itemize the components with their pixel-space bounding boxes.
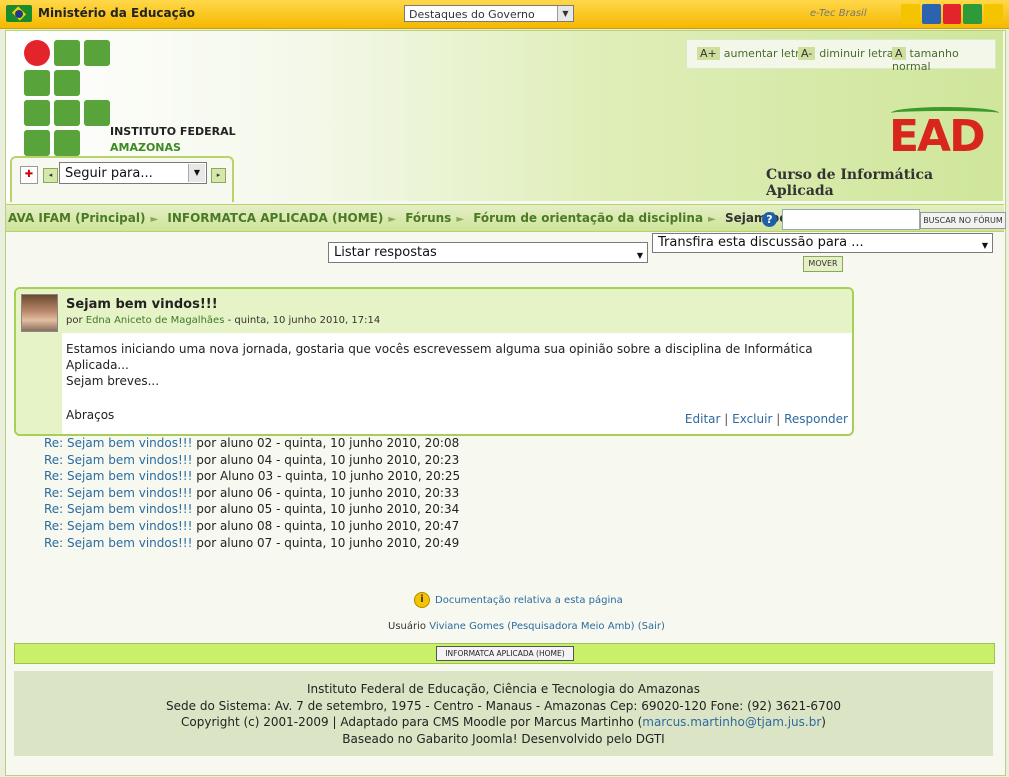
government-bar: Ministério da Educação Destaques do Gove…: [0, 0, 1009, 29]
post-title: Sejam bem vindos!!!: [66, 297, 218, 312]
breadcrumb-separator: ►: [456, 214, 465, 225]
breadcrumb-separator: ►: [708, 214, 716, 225]
brasil-logo-block: [984, 4, 1003, 24]
forum-search-button[interactable]: BUSCAR NO FÓRUM: [920, 212, 1006, 229]
course-home-button[interactable]: INFORMATCA APLICADA (HOME): [436, 646, 574, 661]
reply-link[interactable]: Re: Sejam bem vindos!!!: [44, 453, 192, 467]
list-item: Re: Sejam bem vindos!!! por aluno 05 - q…: [44, 502, 460, 517]
documentation-link[interactable]: i Documentação relativa a esta página: [414, 592, 623, 608]
breadcrumb-separator: ►: [150, 214, 159, 225]
move-button[interactable]: MOVER: [803, 256, 843, 272]
edit-link[interactable]: Editar: [685, 412, 721, 426]
ministry-link[interactable]: Ministério da Educação: [38, 6, 195, 20]
site-footer: Instituto Federal de Educação, Ciência e…: [14, 671, 993, 756]
email-link[interactable]: marcus.martinho@tjam.jus.br: [642, 715, 821, 729]
ead-logo: EAD: [889, 111, 986, 162]
chevron-down-icon[interactable]: ▼: [188, 164, 205, 182]
normal-font-button[interactable]: Atamanho normal: [892, 47, 995, 73]
reply-link[interactable]: Re: Sejam bem vindos!!!: [44, 536, 192, 550]
post-body: Estamos iniciando uma nova jornada, gost…: [66, 342, 813, 422]
chevron-down-icon[interactable]: ▼: [982, 237, 988, 255]
reply-link[interactable]: Re: Sejam bem vindos!!!: [44, 502, 192, 516]
reply-link[interactable]: Re: Sejam bem vindos!!!: [44, 469, 192, 483]
previous-arrow-icon[interactable]: ◂: [43, 168, 58, 183]
font-size-controls: A+ aumentar letra A-diminuir letra Ataman…: [686, 39, 996, 73]
breadcrumb-item[interactable]: INFORMATCA APLICADA (HOME): [167, 211, 383, 225]
user-profile-link[interactable]: Viviane Gomes (Pesquisadora Meio Amb): [429, 621, 634, 632]
list-item: Re: Sejam bem vindos!!! por aluno 02 - q…: [44, 436, 460, 450]
chevron-down-icon[interactable]: ▼: [637, 246, 643, 265]
breadcrumb-item[interactable]: AVA IFAM (Principal): [8, 211, 145, 225]
brasil-logo-block: [901, 4, 920, 24]
course-title: Curso de Informática Aplicada: [766, 167, 934, 199]
reply-link[interactable]: Re: Sejam bem vindos!!!: [44, 519, 192, 533]
reply-link[interactable]: Re: Sejam bem vindos!!!: [44, 486, 192, 500]
list-item: Re: Sejam bem vindos!!! por aluno 04 - q…: [44, 452, 460, 467]
home-bar: INFORMATCA APLICADA (HOME): [14, 643, 995, 664]
logout-link[interactable]: (Sair): [638, 621, 665, 632]
breadcrumb-bar: AVA IFAM (Principal) ► INFORMATCA APLICAD…: [6, 204, 1006, 232]
author-link[interactable]: Edna Aniceto de Magalhães: [86, 315, 225, 326]
site-header: INSTITUTO FEDERAL AMAZONAS A+ aumentar le…: [6, 31, 1003, 202]
help-icon[interactable]: ?: [762, 212, 777, 227]
display-mode-select[interactable]: Listar respostas ▼: [328, 242, 648, 263]
jump-to-select[interactable]: Seguir para... ▼: [59, 162, 207, 184]
nav-menu-icon[interactable]: ✚: [20, 166, 38, 184]
logged-user-info: Usuário Viviane Gomes (Pesquisadora Meio…: [388, 621, 665, 632]
brasil-logo-block: [963, 4, 983, 24]
forum-search-input[interactable]: [782, 209, 920, 230]
institute-state: AMAZONAS: [110, 141, 181, 154]
breadcrumb: AVA IFAM (Principal) ► INFORMATCA APLICAD…: [8, 211, 865, 225]
breadcrumb-separator: ►: [388, 214, 397, 225]
post-byline: por Edna Aniceto de Magalhães - quinta, …: [66, 315, 381, 326]
delete-link[interactable]: Excluir: [732, 412, 772, 426]
post-commands: Editar | Excluir | Responder: [684, 412, 848, 426]
breadcrumb-item[interactable]: Fóruns: [405, 211, 451, 225]
list-item: Re: Sejam bem vindos!!! por Aluno 03 - q…: [44, 469, 461, 484]
brazil-flag-icon[interactable]: [6, 5, 32, 22]
next-arrow-icon[interactable]: ▸: [211, 168, 226, 183]
decrease-font-button[interactable]: A-diminuir letra: [798, 47, 894, 60]
chevron-down-icon[interactable]: ▼: [557, 6, 573, 21]
move-discussion-select[interactable]: Transfira esta discussão para ... ▼: [652, 233, 993, 253]
breadcrumb-item[interactable]: Fórum de orientação da disciplina: [473, 211, 703, 225]
reply-link[interactable]: Re: Sejam bem vindos!!!: [44, 436, 192, 450]
increase-font-button[interactable]: A+ aumentar letra: [697, 47, 806, 60]
avatar[interactable]: [21, 294, 58, 332]
brasil-logo-block: [921, 4, 941, 24]
institute-name: INSTITUTO FEDERAL: [110, 125, 236, 138]
reply-list: Re: Sejam bem vindos!!! por aluno 02 - q…: [44, 435, 460, 551]
list-item: Re: Sejam bem vindos!!! por aluno 07 - q…: [44, 535, 460, 550]
brasil-logo[interactable]: [901, 4, 1003, 24]
reply-link[interactable]: Responder: [784, 412, 848, 426]
brasil-logo-block: [942, 4, 962, 24]
info-icon: i: [414, 592, 430, 608]
list-item: Re: Sejam bem vindos!!! por aluno 08 - q…: [44, 518, 460, 533]
government-highlights-select[interactable]: Destaques do Governo ▼: [404, 5, 574, 22]
list-item: Re: Sejam bem vindos!!! por aluno 06 - q…: [44, 485, 460, 500]
jump-nav: ✚ ◂ Seguir para... ▼ ▸: [10, 156, 234, 202]
forum-post: Sejam bem vindos!!! por Edna Aniceto de …: [14, 287, 854, 436]
etec-brasil-logo[interactable]: e-Tec Brasil: [810, 8, 867, 19]
